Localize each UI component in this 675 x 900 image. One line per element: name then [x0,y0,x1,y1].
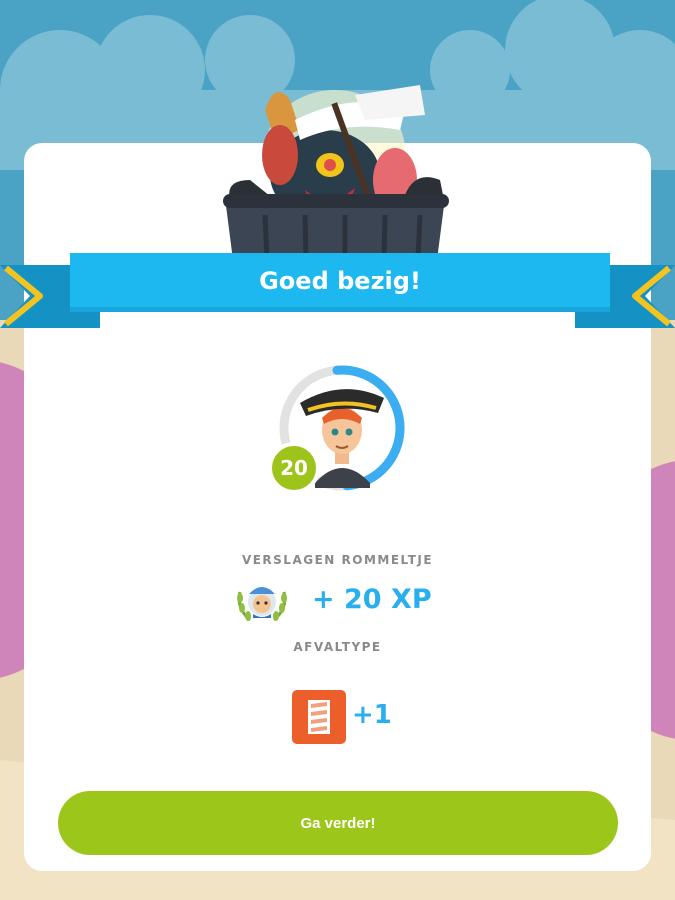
banner-title: Goed bezig! [259,267,421,295]
continue-button[interactable]: Ga verder! [58,791,618,855]
waste-type-count: +1 [352,700,392,730]
xp-reward-row: + 20 XP [232,578,452,626]
xp-reward-text: + 20 XP [312,584,432,615]
paper-waste-icon [292,690,346,744]
defeated-monster-laurel-icon [237,587,287,622]
level-badge: 20 [268,442,320,494]
defeated-label: VERSLAGEN ROMMELTJE [241,553,434,567]
monster-trash-can-illustration [223,85,449,260]
waste-type-label: AFVALTYPE [293,640,382,654]
waste-type-row: +1 [292,690,412,746]
